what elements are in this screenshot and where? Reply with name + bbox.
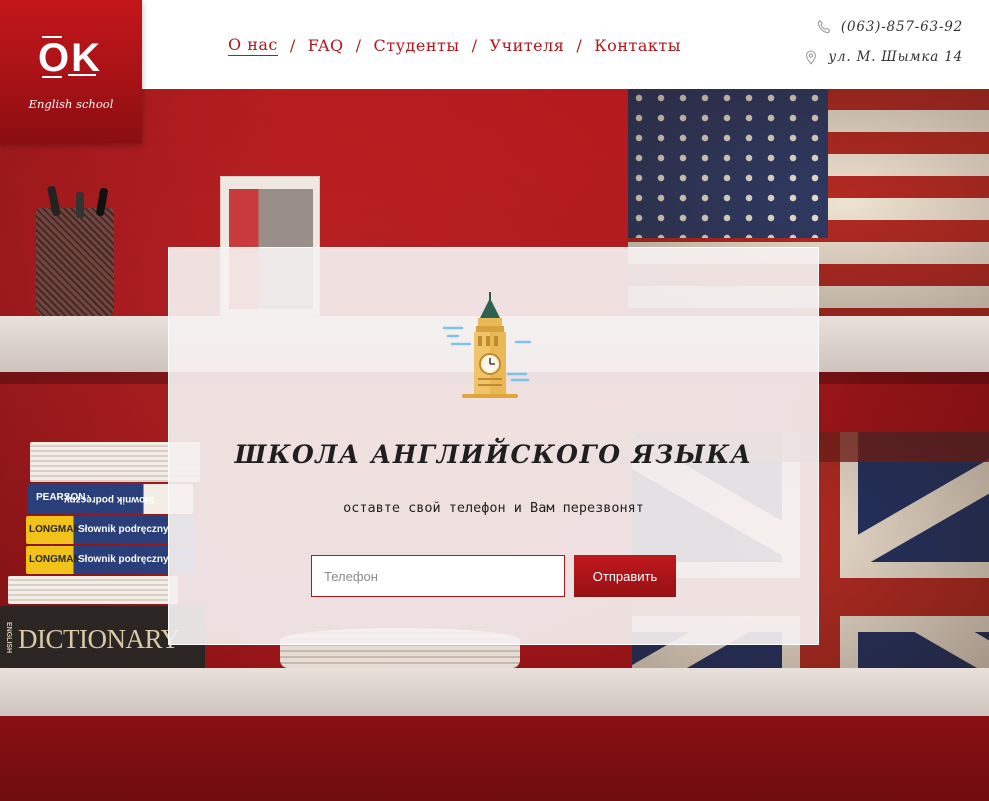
nav-separator: / <box>576 35 583 55</box>
logo[interactable]: OK English school <box>0 0 142 143</box>
nav-item-faq[interactable]: FAQ <box>308 36 344 55</box>
contact-info: (063)-857-63-92 ул. М. Шымка 14 <box>802 16 963 76</box>
nav-separator: / <box>355 35 362 55</box>
book-decor <box>8 576 178 604</box>
hero-subtitle: оставте свой телефон и Вам перезвонят <box>343 500 644 516</box>
contact-address: ул. М. Шымка 14 <box>828 49 963 65</box>
book-brand: LONGMAN <box>29 554 81 565</box>
logo-tagline: English school <box>28 97 114 111</box>
book-brand: LONGMAN <box>29 524 81 535</box>
book-title: Słownik podręczny <box>78 554 169 565</box>
phone-icon <box>817 20 831 34</box>
nav-item-about[interactable]: О нас <box>228 35 278 56</box>
phone-input[interactable] <box>311 555 565 597</box>
big-ben-icon <box>442 292 532 398</box>
dictionary-side-label: ENGLISH <box>5 622 12 654</box>
map-pin-icon <box>806 50 817 65</box>
contact-phone-row: (063)-857-63-92 <box>802 16 963 38</box>
nav-item-students[interactable]: Студенты <box>374 36 460 55</box>
pen-cup-decor <box>36 208 114 316</box>
shelf-bottom <box>0 668 989 716</box>
book-title: Słownik podręczny <box>78 524 169 535</box>
pen-decor <box>76 192 84 218</box>
main-nav: О нас / FAQ / Студенты / Учителя / Конта… <box>228 33 681 57</box>
logo-underline <box>68 74 96 76</box>
nav-item-contacts[interactable]: Контакты <box>594 36 681 55</box>
book-title: Słownik podręczny <box>64 494 155 505</box>
contact-address-row: ул. М. Шымка 14 <box>802 46 963 68</box>
dictionary-spine-label: DICTIONARY <box>18 624 180 654</box>
contact-phone[interactable]: (063)-857-63-92 <box>841 19 963 35</box>
submit-button[interactable]: Отправить <box>574 555 676 597</box>
nav-separator: / <box>471 35 478 55</box>
site-header: О нас / FAQ / Студенты / Учителя / Конта… <box>0 0 989 89</box>
shelf-bottom-shadow <box>0 716 989 801</box>
nav-separator: / <box>289 35 296 55</box>
hero-title: ШКОЛА АНГЛИЙСКОГО ЯЗЫКА <box>234 440 753 469</box>
nav-item-teachers[interactable]: Учителя <box>490 36 565 55</box>
